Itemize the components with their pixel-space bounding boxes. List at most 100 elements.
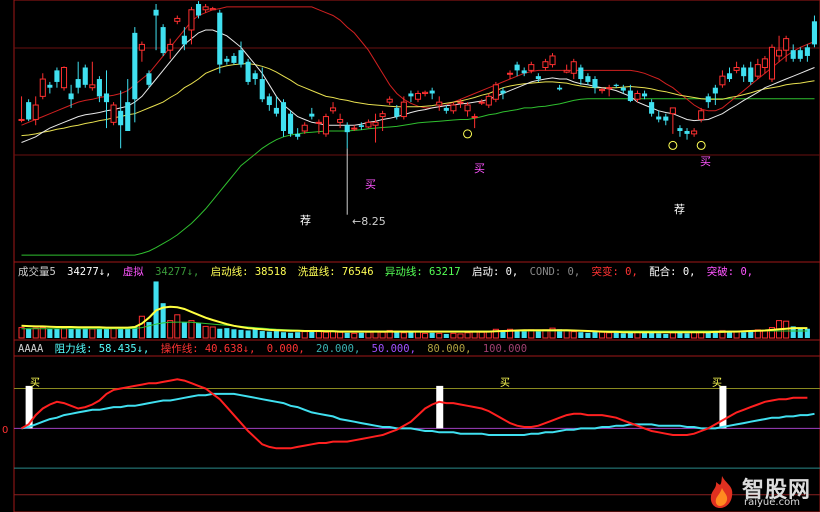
volume-bar xyxy=(26,328,32,338)
candle-body xyxy=(528,64,535,71)
candle-body xyxy=(557,87,563,90)
volume-bar xyxy=(252,329,258,338)
volume-bar xyxy=(642,332,648,338)
ph-value: 0, xyxy=(682,266,696,278)
candle-body xyxy=(422,91,429,94)
volume-bar xyxy=(450,332,457,339)
flame-icon xyxy=(710,476,733,508)
qd-label: 启动线: xyxy=(210,266,249,278)
cz-label: 操作线: xyxy=(160,343,199,355)
volume-bar xyxy=(613,332,619,338)
candle-body xyxy=(634,92,641,100)
candle-body xyxy=(741,67,747,77)
volume-arrow: ↓, xyxy=(98,266,112,278)
candle-body xyxy=(627,90,633,101)
candle-body xyxy=(174,17,181,22)
candle-body xyxy=(82,67,88,85)
candle-body xyxy=(188,9,195,31)
candle-body xyxy=(535,76,541,80)
volume-bar xyxy=(514,331,520,338)
volume-bar xyxy=(627,332,633,338)
candle-body xyxy=(606,87,613,90)
volume-bar xyxy=(280,332,287,338)
indicator-buy-mark-1: 买 xyxy=(30,378,40,389)
candle-body xyxy=(224,58,230,62)
volume-bar xyxy=(301,331,308,339)
candle-body xyxy=(691,130,698,135)
low-price-label: ←8.25 xyxy=(352,215,386,228)
candle-body xyxy=(450,104,457,112)
volume-bar xyxy=(295,332,301,338)
candle-body xyxy=(252,73,258,80)
candle-body xyxy=(592,79,598,88)
indicator-title: AAAA xyxy=(18,343,44,355)
candle-body xyxy=(620,87,626,91)
level-100: 100.000 xyxy=(482,343,528,355)
volume-bar xyxy=(188,320,195,339)
volume-bar xyxy=(797,328,803,338)
volume-bar xyxy=(684,333,690,338)
candle-body xyxy=(669,107,676,115)
sig1-value: 0, xyxy=(505,266,519,278)
volume-bar xyxy=(60,327,68,339)
candle-body xyxy=(39,78,46,97)
virtual-label: 虚拟 xyxy=(122,266,144,278)
candle-body xyxy=(18,118,25,121)
ma-red-line xyxy=(21,6,815,126)
candle-body xyxy=(217,12,223,65)
candle-body xyxy=(613,84,619,86)
candle-body xyxy=(146,73,152,85)
zl-arrow: ↓, xyxy=(136,343,150,355)
candle-body xyxy=(712,87,718,94)
volume-bar xyxy=(288,332,294,338)
volume-bar xyxy=(68,328,74,338)
candle-body xyxy=(754,64,761,77)
candle-body xyxy=(288,113,294,134)
volume-bar xyxy=(464,332,471,339)
volume-bar xyxy=(309,331,315,338)
volume-bar xyxy=(521,330,527,338)
volume-bar xyxy=(217,328,223,338)
candle-body xyxy=(542,61,549,68)
candle-body xyxy=(337,118,344,123)
virtual-arrow: ↓, xyxy=(186,266,200,278)
qd-value: 38518 xyxy=(254,266,287,278)
indicator-axis-zero: 0 xyxy=(2,425,9,436)
tb-value: 0, xyxy=(625,266,638,278)
candle-body xyxy=(478,101,485,104)
candle-body xyxy=(521,70,527,74)
chart-canvas xyxy=(13,0,820,512)
brand-logo: 智股网 raiyue.com xyxy=(704,474,816,510)
candle-body xyxy=(103,93,110,103)
volume-bar xyxy=(656,333,662,338)
cond-label: COND: xyxy=(529,266,562,278)
ma-green-line xyxy=(21,98,815,256)
candle-body xyxy=(414,92,422,100)
tp-value: 0, xyxy=(740,266,754,278)
low-price-value: 8.25 xyxy=(361,215,386,228)
candle-body xyxy=(315,121,322,124)
volume-bar xyxy=(167,320,174,339)
volume-bar xyxy=(195,322,202,338)
buy-circle xyxy=(463,129,473,139)
low-price-arrow: ← xyxy=(352,215,362,228)
volume-bar xyxy=(238,329,244,338)
candle-body xyxy=(202,6,209,11)
indicator-header: AAAA 阻力线: 58.435↓, 操作线: 40.638↓, 0.000, … xyxy=(18,343,532,356)
candle-body xyxy=(32,104,39,120)
candle-body xyxy=(309,113,315,117)
volume-bar xyxy=(408,332,414,338)
sig1-label: 启动: xyxy=(471,266,500,278)
buy-marker-2: 买 xyxy=(474,162,485,175)
candle-body xyxy=(649,102,655,114)
volume-bar xyxy=(209,326,216,339)
candle-body xyxy=(656,116,662,120)
candle-body xyxy=(457,101,464,104)
recommend-marker-1: 荐 xyxy=(300,214,311,227)
candle-body xyxy=(733,67,740,71)
zl-label: 阻力线: xyxy=(54,343,93,355)
candle-body xyxy=(386,98,393,103)
volume-bar xyxy=(266,331,272,338)
candle-body xyxy=(570,61,577,74)
volume-bar xyxy=(174,314,181,339)
